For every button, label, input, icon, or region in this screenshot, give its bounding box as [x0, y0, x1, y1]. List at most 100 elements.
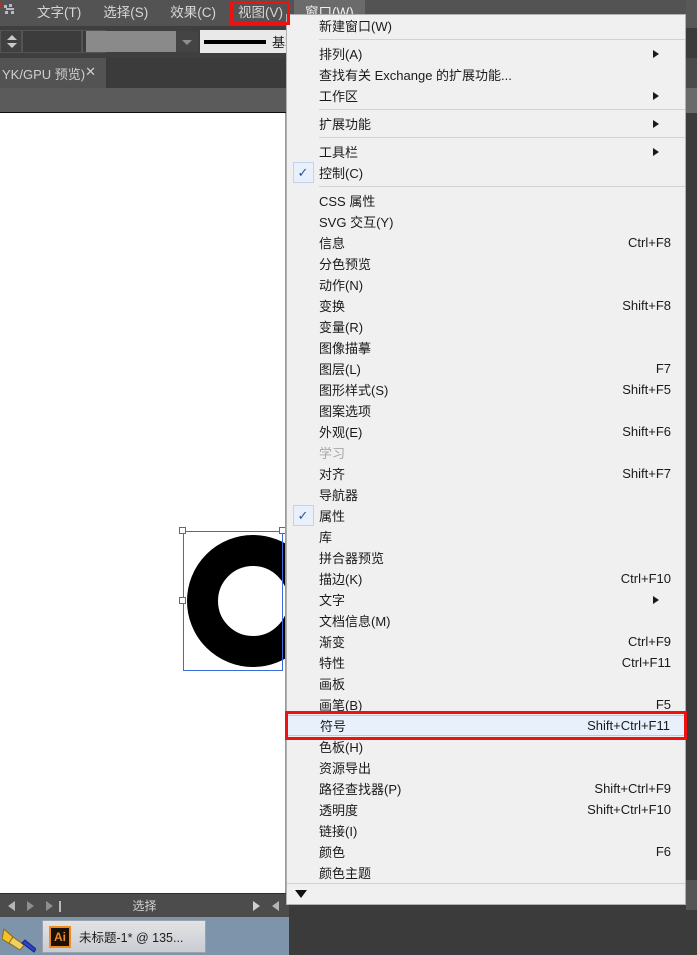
menu-item[interactable]: 文字 [287, 589, 685, 610]
menu-scroll-down-button[interactable] [287, 883, 685, 904]
menu-item[interactable]: 信息 Ctrl+F8 [287, 232, 685, 253]
menu-item[interactable]: 对齐 Shift+F7 [287, 463, 685, 484]
menu-item-gutter [287, 778, 319, 799]
menu-item[interactable]: 图像描摹 [287, 337, 685, 358]
menu-item[interactable]: ✓ 属性 [287, 505, 685, 526]
stepper-up-icon[interactable] [7, 35, 17, 40]
menu-item[interactable]: 渐变 Ctrl+F9 [287, 631, 685, 652]
menu-item-gutter [287, 358, 319, 379]
status-play-icon[interactable] [253, 901, 260, 911]
menu-item-shortcut: Shift+Ctrl+F10 [587, 802, 671, 817]
menu-item-gutter [287, 442, 319, 463]
menu-item-gutter [287, 568, 319, 589]
menu-item[interactable]: 资源导出 [287, 757, 685, 778]
menu-item[interactable]: 工作区 [287, 85, 685, 106]
menu-item[interactable]: 库 [287, 526, 685, 547]
menu-item-gutter [287, 673, 319, 694]
taskbar-window-button[interactable]: Ai 未标题-1* @ 135... [42, 920, 206, 953]
menu-item-label: 拼合器预览 [319, 551, 385, 566]
menu-item[interactable]: 特性 Ctrl+F11 [287, 652, 685, 673]
menu-item[interactable]: 分色预览 [287, 253, 685, 274]
menu-item[interactable]: 动作(N) [287, 274, 685, 295]
status-collapse-icon[interactable] [272, 901, 279, 911]
menu-item-label: CSS 属性 [319, 194, 376, 209]
menu-item-shortcut: Shift+F5 [622, 382, 671, 397]
menu-item[interactable]: 图层(L) F7 [287, 358, 685, 379]
menu-item[interactable]: 查找有关 Exchange 的扩展功能... [287, 64, 685, 85]
menu-item-label: 变换 [319, 299, 346, 314]
menu-item-gutter [287, 526, 319, 547]
status-text: 选择 [132, 899, 157, 913]
menubar-item-select[interactable]: 选择(S) [92, 0, 159, 26]
menu-item[interactable]: SVG 交互(Y) [287, 211, 685, 232]
menu-item[interactable]: CSS 属性 [287, 190, 685, 211]
menu-item-label: 学习 [319, 446, 346, 461]
selection-handle-top-left[interactable] [179, 527, 186, 534]
selected-artwork[interactable] [179, 527, 286, 671]
menu-item[interactable]: 色板(H) [287, 736, 685, 757]
menu-item[interactable]: 画板 [287, 673, 685, 694]
menu-item-label: 路径查找器(P) [319, 782, 402, 797]
close-icon[interactable]: ✕ [85, 64, 96, 80]
submenu-arrow-icon [653, 119, 673, 128]
menu-item[interactable]: 路径查找器(P) Shift+Ctrl+F9 [287, 778, 685, 799]
paintbrush-icon[interactable] [2, 925, 36, 953]
menu-item-label: SVG 交互(Y) [319, 215, 394, 230]
artboard-canvas[interactable] [0, 113, 286, 893]
app-logo-icon [0, 2, 22, 22]
menu-item-shortcut: F6 [655, 844, 671, 859]
menu-item[interactable]: 颜色主题 [287, 862, 685, 883]
selection-handle-middle-left[interactable] [179, 597, 186, 604]
menu-item-label: 排列(A) [319, 47, 363, 62]
menu-item-label: 符号 [320, 719, 347, 734]
stepper-control[interactable] [0, 30, 22, 53]
menu-item[interactable]: 工具栏 [287, 141, 685, 162]
menubar-item-view[interactable]: 视图(V) [227, 0, 294, 26]
menu-item[interactable]: 拼合器预览 [287, 547, 685, 568]
window-dropdown-menu[interactable]: 新建窗口(W) 排列(A) 查找有关 Exchange 的扩展功能... 工作区扩展功… [286, 14, 686, 905]
menu-item-gutter [287, 862, 319, 883]
menu-item-label: 渐变 [319, 635, 346, 650]
menu-item-gutter [287, 400, 319, 421]
menu-item[interactable]: 变换 Shift+F8 [287, 295, 685, 316]
menu-item-gutter: ✓ [287, 162, 319, 183]
menu-item[interactable]: 导航器 [287, 484, 685, 505]
menu-item[interactable]: 描边(K) Ctrl+F10 [287, 568, 685, 589]
menu-item-label: 描边(K) [319, 572, 363, 587]
menu-item-gutter [287, 694, 319, 715]
menu-separator [319, 186, 685, 187]
menu-item-label: 动作(N) [319, 278, 364, 293]
menubar-item-effect[interactable]: 效果(C) [159, 0, 227, 26]
menu-item[interactable]: 链接(I) [287, 820, 685, 841]
control-wide-field[interactable] [86, 31, 176, 52]
menu-item-gutter [287, 652, 319, 673]
menu-item-gutter [287, 631, 319, 652]
control-combo-field[interactable] [22, 30, 82, 53]
menu-item-label: 链接(I) [319, 824, 358, 839]
menu-item[interactable]: 文档信息(M) [287, 610, 685, 631]
submenu-arrow-icon [653, 91, 673, 100]
control-wide-dropdown-button[interactable] [176, 31, 198, 52]
menu-item[interactable]: 排列(A) [287, 43, 685, 64]
menubar-item-type[interactable]: 文字(T) [26, 0, 92, 26]
menu-item[interactable]: 变量(R) [287, 316, 685, 337]
menu-item[interactable]: 颜色 F6 [287, 841, 685, 862]
menu-item[interactable]: 图案选项 [287, 400, 685, 421]
menu-item[interactable]: 外观(E) Shift+F6 [287, 421, 685, 442]
menu-item-label: 图层(L) [319, 362, 361, 377]
menu-item[interactable]: 扩展功能 [287, 113, 685, 134]
menu-item[interactable]: 新建窗口(W) [287, 15, 685, 36]
stepper-down-icon[interactable] [7, 43, 17, 48]
menu-item-label: 透明度 [319, 803, 359, 818]
menu-item-shortcut: Shift+Ctrl+F11 [587, 718, 670, 733]
menu-item[interactable]: 符号 Shift+Ctrl+F11 [287, 715, 685, 736]
menu-item[interactable]: 画笔(B) F5 [287, 694, 685, 715]
menu-item[interactable]: 透明度 Shift+Ctrl+F10 [287, 799, 685, 820]
document-tab[interactable]: YK/GPU 预览) ✕ [0, 58, 106, 88]
menu-item-gutter [288, 716, 320, 735]
menu-item[interactable]: 图形样式(S) Shift+F5 [287, 379, 685, 400]
menu-item-gutter: ✓ [287, 505, 319, 526]
menu-item-gutter [287, 757, 319, 778]
menu-item[interactable]: ✓ 控制(C) [287, 162, 685, 183]
menu-item-label: 信息 [319, 236, 346, 251]
